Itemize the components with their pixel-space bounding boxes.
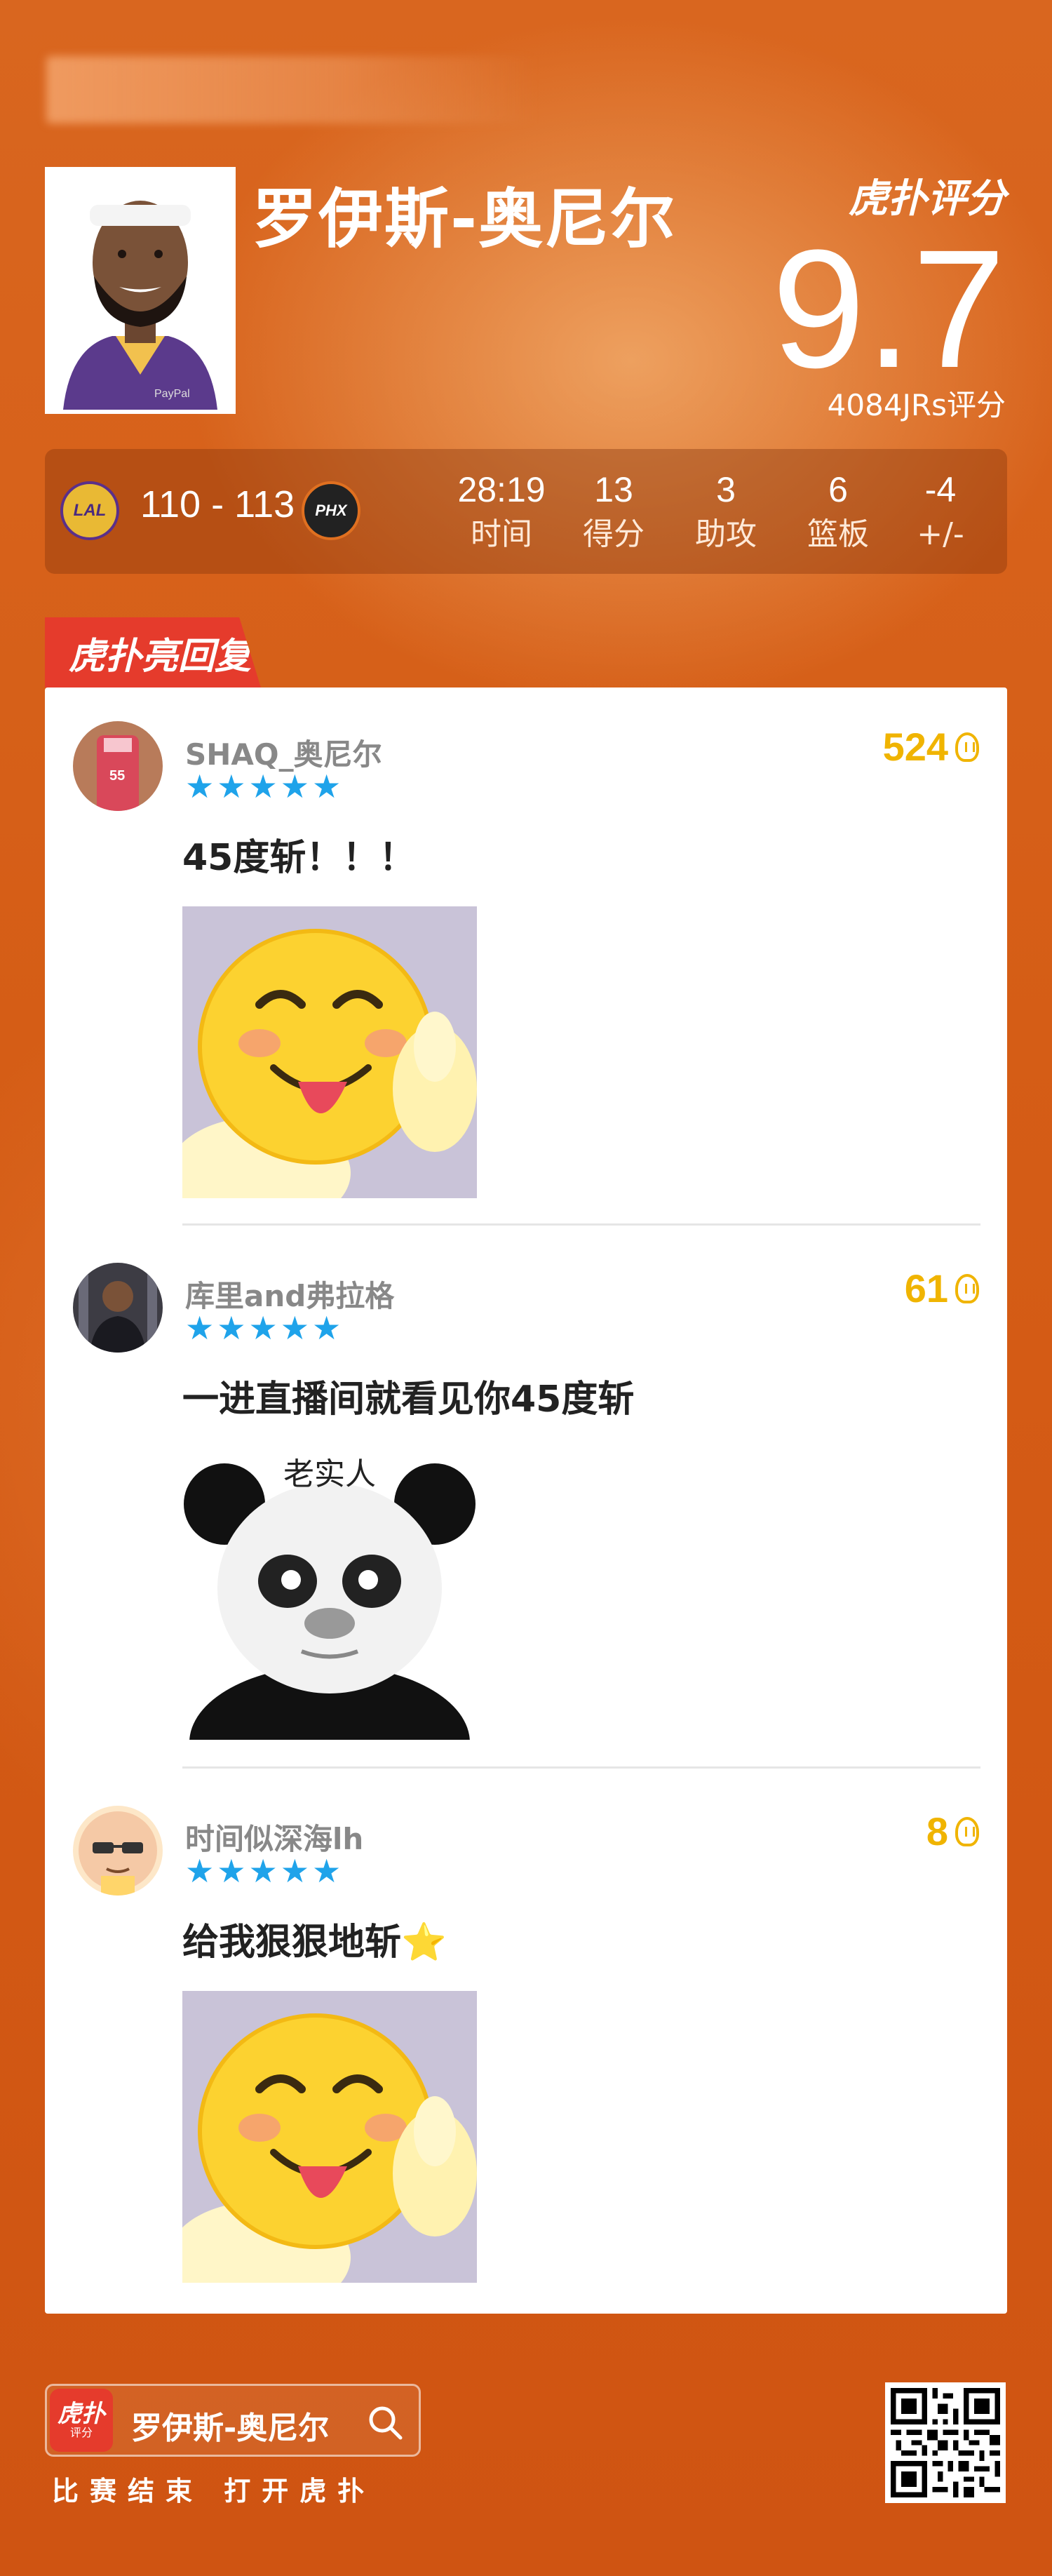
svg-text:PayPal: PayPal: [154, 388, 190, 400]
stat-points: 13 得分: [561, 467, 666, 557]
stat-value: 3: [716, 470, 736, 509]
open-hupu-cta[interactable]: 比赛结束 打开虎扑: [52, 2469, 375, 2508]
stat-value: 28:19: [457, 470, 546, 509]
comment-text: 一进直播间就看见你45度斩: [182, 1378, 635, 1421]
lightbulb-icon: [955, 1816, 979, 1846]
user-avatar[interactable]: 55: [73, 721, 163, 811]
lightbulb-icon: [955, 1273, 979, 1303]
highlight-replies-badge: 虎扑亮回复: [45, 617, 261, 687]
comment-image-smiley[interactable]: [182, 906, 477, 1198]
game-stats-bar: LAL 110 - 113 PHX 28:19 时间 13 得分 3 助攻 6 …: [45, 449, 1007, 574]
stat-label: 时间: [471, 516, 532, 552]
comments-card: 55 SHAQ_奥尼尔 ★★★★★ 524 45度斩！！！ 库里and弗拉格 ★…: [45, 687, 1007, 2314]
svg-text:55: 55: [109, 768, 125, 784]
stat-label: 篮板: [807, 516, 869, 552]
lakers-logo-icon: LAL: [60, 481, 119, 540]
star-rating: ★★★★★: [185, 767, 344, 805]
user-avatar[interactable]: [73, 1263, 163, 1353]
like-button[interactable]: 524: [883, 724, 979, 770]
rating-count: 4084JRs评分: [827, 388, 1006, 422]
qr-code[interactable]: [885, 2382, 1006, 2503]
blurred-header-text: [46, 56, 537, 123]
comment-item: 时间似深海lh ★★★★★ 8 给我狠狠地斩⭐: [45, 1772, 1007, 2314]
comment-text: 给我狠狠地斩⭐: [182, 1921, 447, 1964]
suns-logo-icon: PHX: [302, 481, 360, 540]
star-rating: ★★★★★: [185, 1309, 344, 1347]
stat-label: 得分: [583, 516, 645, 552]
stat-label: 助攻: [695, 516, 757, 552]
stat-assists: 3 助攻: [673, 467, 778, 557]
divider: [182, 1223, 980, 1226]
stat-value: -4: [924, 470, 957, 509]
stat-label: +/-: [917, 516, 964, 552]
user-avatar[interactable]: [73, 1806, 163, 1896]
like-count: 524: [882, 725, 948, 769]
like-button[interactable]: 8: [926, 1809, 979, 1854]
app-icon-main: 虎扑: [58, 2400, 105, 2428]
search-bar[interactable]: 虎扑 评分 罗伊斯-奥尼尔: [45, 2384, 421, 2457]
comment-image-smiley[interactable]: [182, 1991, 477, 2283]
stat-value: 13: [594, 470, 633, 509]
divider: [182, 1766, 980, 1769]
lightbulb-icon: [955, 732, 979, 762]
search-query: 罗伊斯-奥尼尔: [131, 2410, 330, 2446]
app-icon-sub: 评分: [69, 2426, 93, 2439]
stat-plus-minus: -4 +/-: [888, 467, 993, 557]
comment-text: 45度斩！！！: [182, 837, 416, 879]
stat-minutes: 28:19 时间: [449, 467, 554, 557]
hupu-app-icon[interactable]: 虎扑 评分: [50, 2389, 113, 2452]
star-rating: ★★★★★: [185, 1852, 344, 1890]
player-photo: PayPal: [45, 167, 236, 414]
like-count: 61: [904, 1266, 948, 1310]
like-button[interactable]: 61: [905, 1266, 979, 1311]
comment-item: 库里and弗拉格 ★★★★★ 61 一进直播间就看见你45度斩 老实人: [45, 1229, 1007, 1771]
game-score: 110 - 113: [140, 483, 295, 525]
like-count: 8: [926, 1809, 948, 1853]
stat-rebounds: 6 篮板: [785, 467, 891, 557]
panda-caption: 老实人: [283, 1456, 376, 1492]
player-name: 罗伊斯-奥尼尔: [252, 182, 677, 257]
stat-value: 6: [828, 470, 848, 509]
comment-item: 55 SHAQ_奥尼尔 ★★★★★ 524 45度斩！！！: [45, 687, 1007, 1228]
comment-image-panda[interactable]: 老实人: [182, 1448, 477, 1740]
player-rating-score: 9.7: [771, 215, 1006, 403]
search-icon[interactable]: [365, 2403, 405, 2442]
